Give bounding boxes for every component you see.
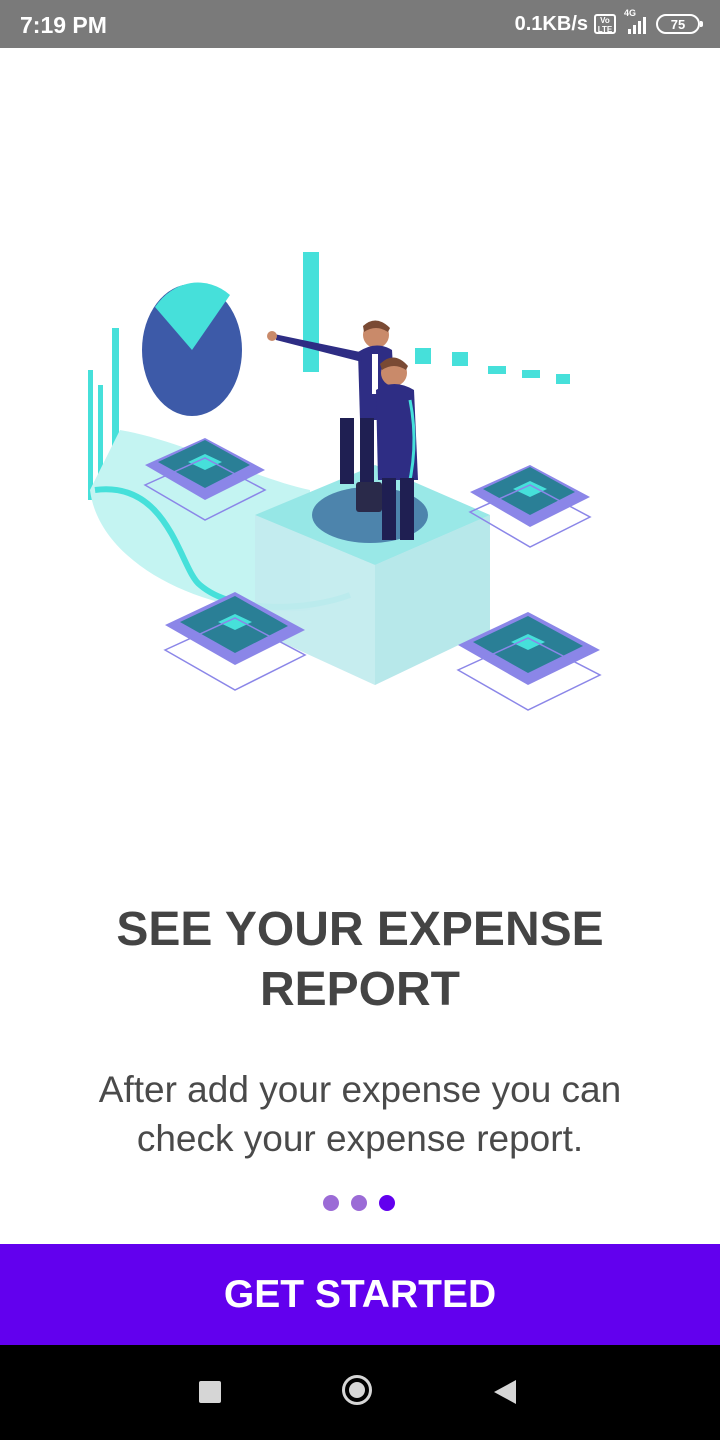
- page-description-line-2: check your expense report.: [136, 1118, 584, 1159]
- status-time: 7:19 PM: [20, 12, 107, 38]
- home-circle-icon[interactable]: [342, 1375, 372, 1405]
- volte-bottom-label: LTE: [597, 25, 613, 34]
- signal-icon: 4G: [622, 8, 646, 34]
- page-indicator: [323, 1195, 395, 1211]
- volte-icon: Vo LTE: [594, 14, 616, 34]
- get-started-button[interactable]: GET STARTED: [0, 1244, 720, 1345]
- page-indicator-dot-3[interactable]: [379, 1195, 395, 1211]
- page-description-line-1: After add your expense you can: [98, 1069, 622, 1110]
- network-type: 4G: [624, 8, 637, 18]
- recent-apps-square-icon[interactable]: [199, 1381, 221, 1403]
- network-speed: 0.1KB/s: [514, 12, 588, 35]
- back-triangle-icon[interactable]: [494, 1380, 516, 1404]
- isometric-business-report-illustration: [88, 252, 602, 711]
- status-indicators: 0.1KB/s Vo LTE 4G 75: [514, 8, 703, 38]
- page-title: SEE YOUR EXPENSE REPORT: [40, 900, 680, 1020]
- page-indicator-dot-1[interactable]: [323, 1195, 339, 1211]
- system-navigation-bar: [0, 1345, 720, 1440]
- page-title-line-1: SEE YOUR EXPENSE: [116, 903, 604, 956]
- volte-top-label: Vo: [600, 16, 610, 25]
- page-indicator-dot-2[interactable]: [351, 1195, 367, 1211]
- page-description: After add your expense you can check you…: [40, 1065, 680, 1163]
- battery-icon: 75: [656, 14, 703, 34]
- battery-level: 75: [670, 16, 686, 32]
- page-title-line-2: REPORT: [259, 963, 460, 1016]
- status-bar: 7:19 PM 0.1KB/s Vo LTE 4G 75: [0, 0, 720, 48]
